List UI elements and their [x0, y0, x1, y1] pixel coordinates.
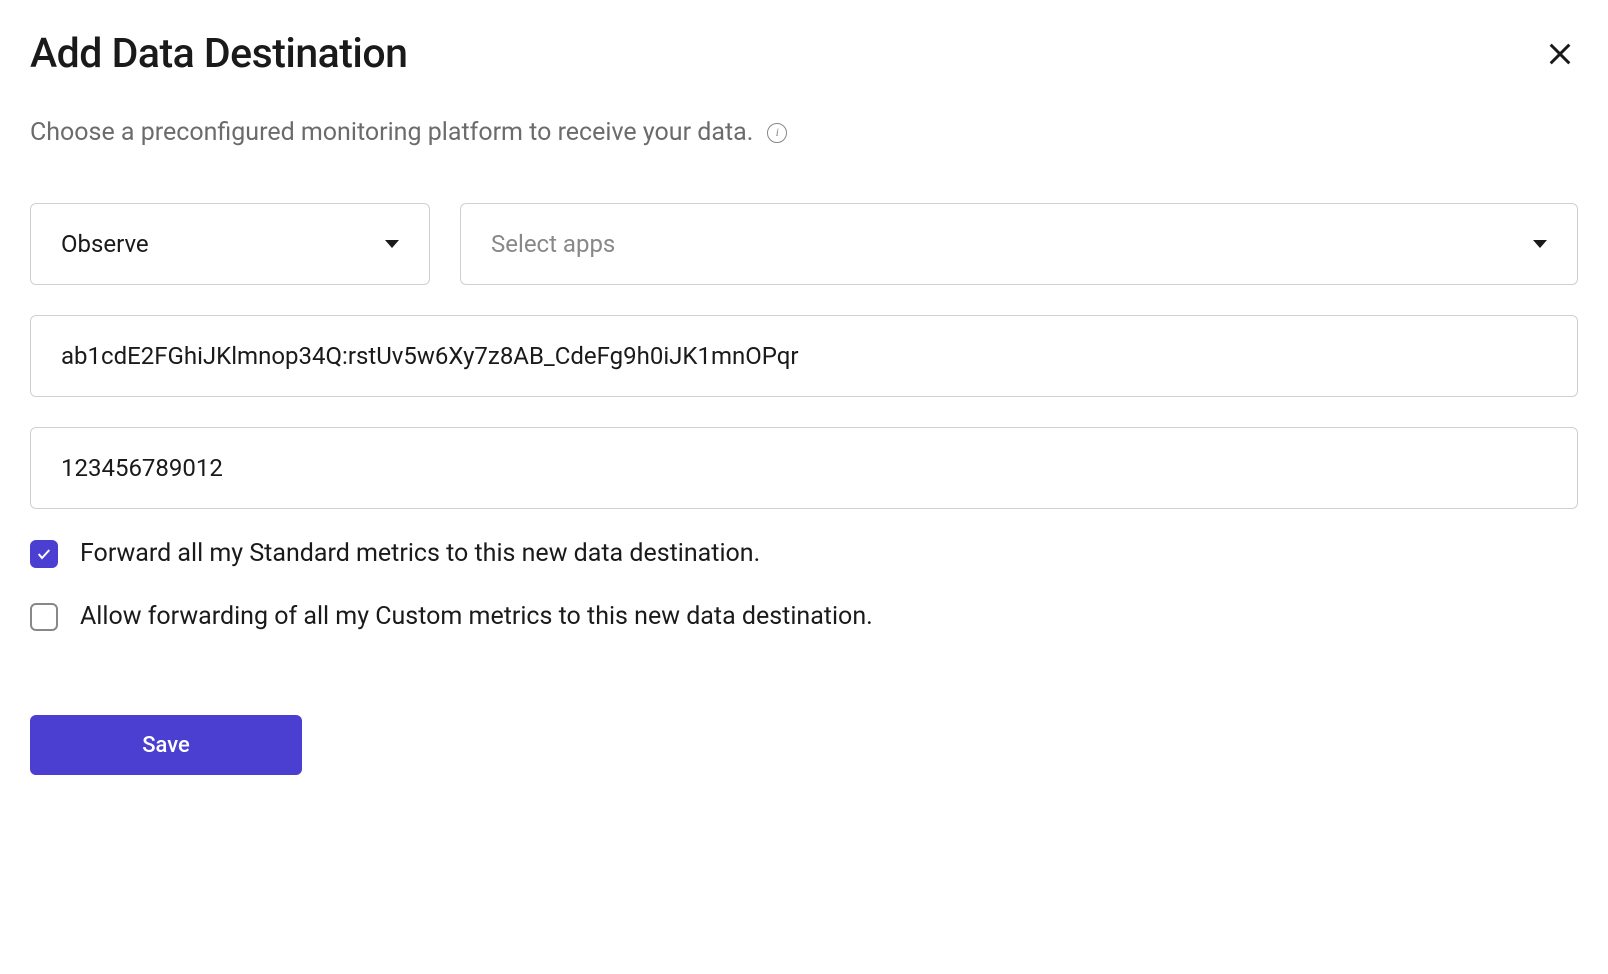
platform-select[interactable]: Observe — [30, 203, 430, 285]
close-button[interactable] — [1542, 36, 1578, 72]
modal-subtitle: Choose a preconfigured monitoring platfo… — [30, 118, 753, 147]
api-key-input[interactable] — [30, 315, 1578, 397]
info-icon[interactable]: i — [767, 123, 787, 143]
add-data-destination-modal: Add Data Destination Choose a preconfigu… — [30, 30, 1578, 775]
checkbox-standard-metrics[interactable] — [30, 540, 58, 568]
checkbox-custom-metrics[interactable] — [30, 603, 58, 631]
checkbox-standard-label[interactable]: Forward all my Standard metrics to this … — [80, 539, 760, 568]
modal-header: Add Data Destination — [30, 30, 1578, 78]
checkbox-standard-row: Forward all my Standard metrics to this … — [30, 539, 1578, 568]
platform-select-value: Observe — [61, 230, 385, 258]
close-icon — [1546, 40, 1574, 68]
account-id-input[interactable] — [30, 427, 1578, 509]
select-row: Observe Select apps — [30, 203, 1578, 285]
checkmark-icon — [36, 546, 52, 562]
caret-down-icon — [1533, 240, 1547, 248]
apps-select-placeholder: Select apps — [491, 230, 1533, 258]
checkbox-custom-row: Allow forwarding of all my Custom metric… — [30, 602, 1578, 631]
apps-select[interactable]: Select apps — [460, 203, 1578, 285]
modal-title: Add Data Destination — [30, 30, 407, 78]
save-button[interactable]: Save — [30, 715, 302, 775]
caret-down-icon — [385, 240, 399, 248]
modal-subtitle-row: Choose a preconfigured monitoring platfo… — [30, 118, 1578, 147]
checkbox-custom-label[interactable]: Allow forwarding of all my Custom metric… — [80, 602, 873, 631]
